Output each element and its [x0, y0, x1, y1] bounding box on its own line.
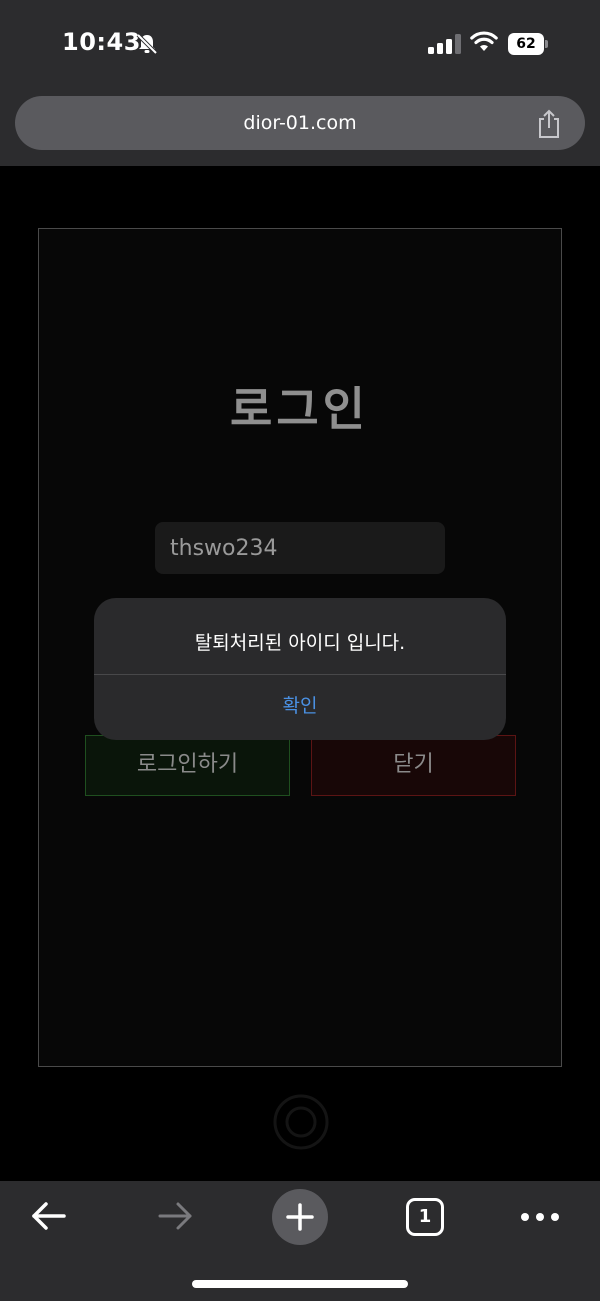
plus-icon	[286, 1203, 314, 1231]
address-bar[interactable]: dior-01.com	[15, 96, 585, 150]
share-icon[interactable]	[535, 109, 563, 139]
home-indicator	[192, 1280, 408, 1288]
status-time: 10:43	[62, 28, 141, 56]
signal-icon	[428, 34, 461, 54]
tabs-button[interactable]: 1	[406, 1198, 444, 1236]
browser-toolbar: 1	[0, 1181, 600, 1301]
bell-slash-icon	[136, 33, 158, 55]
alert-dialog: 탈퇴처리된 아이디 입니다. 확인	[94, 598, 506, 740]
phone-screen: 10:43 62 dior-01.com 로그인 thswo234 로그인하기 …	[0, 0, 600, 1301]
back-arrow-icon[interactable]	[30, 1199, 68, 1233]
login-button[interactable]: 로그인하기	[85, 735, 290, 796]
id-input[interactable]	[155, 522, 445, 574]
wifi-icon	[470, 31, 498, 51]
close-button[interactable]: 닫기	[311, 735, 516, 796]
browser-top-chrome: 10:43 62 dior-01.com	[0, 0, 600, 166]
url-text: dior-01.com	[243, 112, 357, 134]
more-icon[interactable]	[520, 1211, 560, 1223]
alert-ok-button[interactable]: 확인	[94, 675, 506, 740]
faint-logo-icon	[273, 1094, 329, 1150]
forward-arrow-icon[interactable]	[156, 1199, 194, 1233]
new-tab-button[interactable]	[272, 1189, 328, 1245]
login-title: 로그인	[230, 382, 369, 436]
battery-icon: 62	[508, 33, 548, 55]
status-bar: 10:43 62	[0, 0, 600, 90]
alert-message: 탈퇴처리된 아이디 입니다.	[194, 632, 406, 654]
battery-level: 62	[516, 36, 536, 52]
